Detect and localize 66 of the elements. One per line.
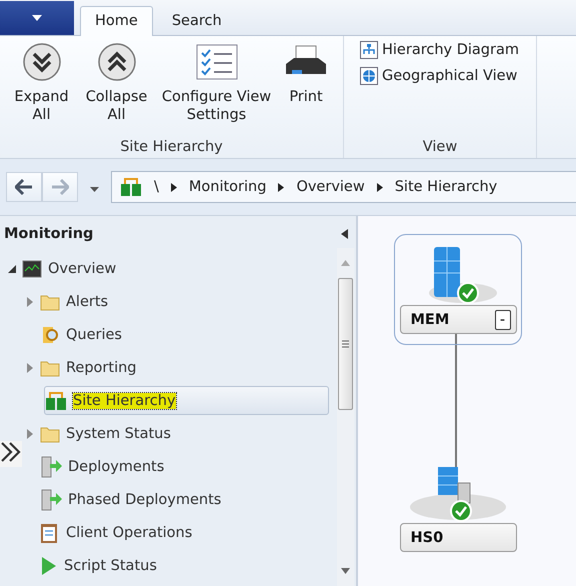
play-icon	[40, 556, 58, 576]
ribbon-button[interactable]: Configure View Settings	[154, 40, 279, 139]
tree-item[interactable]: Overview	[22, 255, 120, 282]
collapsed-triangle-icon[interactable]	[27, 296, 33, 306]
ribbon-tab[interactable]: Home	[80, 6, 153, 36]
node-name: MEM	[410, 312, 450, 328]
caret-up-icon	[341, 260, 350, 266]
checklist-icon	[196, 42, 238, 82]
ribbon-button[interactable]: Geographical View	[358, 66, 522, 86]
group-label: View	[422, 139, 458, 157]
collapsed-triangle-icon[interactable]	[27, 362, 33, 372]
breadcrumb-item[interactable]: Monitoring	[188, 179, 266, 195]
arrow-right-icon	[51, 179, 69, 195]
caret-down-icon	[90, 186, 99, 192]
double-chevron-right-icon	[0, 441, 22, 463]
chevron-right-icon	[170, 182, 177, 192]
ribbon-tab[interactable]: Search	[156, 6, 237, 35]
tree-item[interactable]: Alerts	[40, 288, 112, 315]
server-arrow-icon	[40, 456, 62, 478]
site-node[interactable]: MEM -	[394, 234, 522, 345]
double-chevron-down-icon	[22, 42, 62, 82]
application-menu-button[interactable]	[0, 1, 74, 35]
expanded-triangle-icon[interactable]	[8, 264, 16, 272]
tree-item[interactable]: Script Status	[40, 552, 161, 579]
tree-item[interactable]: Site Hierarchy	[44, 386, 329, 415]
breadcrumb-item[interactable]: Site Hierarchy	[394, 179, 498, 195]
tree-item[interactable]: System Status	[40, 420, 175, 447]
caret-down-icon	[341, 568, 350, 574]
collapsed-triangle-icon[interactable]	[27, 428, 33, 438]
monitor-icon	[22, 260, 42, 278]
hierarchy-icon	[360, 41, 378, 59]
pane-title: Monitoring	[4, 226, 94, 242]
double-chevron-up-icon	[96, 42, 136, 82]
tree-item[interactable]: Deployments	[40, 453, 168, 480]
chevron-left-icon	[341, 229, 348, 239]
back-button[interactable]	[6, 172, 42, 202]
tree-item[interactable]: Client Operations	[40, 519, 196, 546]
buildings-icon	[45, 392, 67, 410]
breadcrumb-item[interactable]: Overview	[296, 179, 365, 195]
ribbon-button[interactable]: Print	[279, 40, 333, 139]
node-name: HS0	[410, 530, 444, 546]
folder-icon	[40, 358, 60, 376]
buildings-icon	[120, 178, 142, 196]
breadcrumb-item[interactable]: \	[154, 179, 159, 195]
server-arrow-icon	[40, 488, 62, 510]
clipboard-icon	[40, 522, 60, 544]
caret-down-icon	[32, 15, 42, 21]
expand-pane-button[interactable]	[0, 441, 22, 467]
tree-item[interactable]: Reporting	[40, 354, 140, 381]
tree-item[interactable]: Phased Deployments	[40, 486, 226, 513]
grip-icon	[342, 340, 349, 348]
ribbon-button[interactable]: Collapse All	[79, 40, 154, 139]
chevron-right-icon	[376, 182, 383, 192]
ribbon-button[interactable]: Expand All	[4, 40, 79, 139]
scrollbar[interactable]	[337, 248, 354, 586]
globe-icon	[360, 67, 378, 85]
site-node[interactable]: HS0	[394, 456, 522, 563]
folder-icon	[40, 424, 60, 442]
group-label: Site Hierarchy	[119, 139, 224, 157]
magnifier-folder-icon	[40, 324, 60, 344]
tree-item[interactable]: Queries	[40, 321, 126, 348]
arrow-left-icon	[15, 179, 33, 195]
chevron-right-icon	[278, 182, 284, 192]
ribbon-button[interactable]: Hierarchy Diagram	[358, 40, 522, 60]
folder-icon	[40, 292, 60, 310]
collapse-toggle[interactable]: -	[494, 310, 510, 330]
